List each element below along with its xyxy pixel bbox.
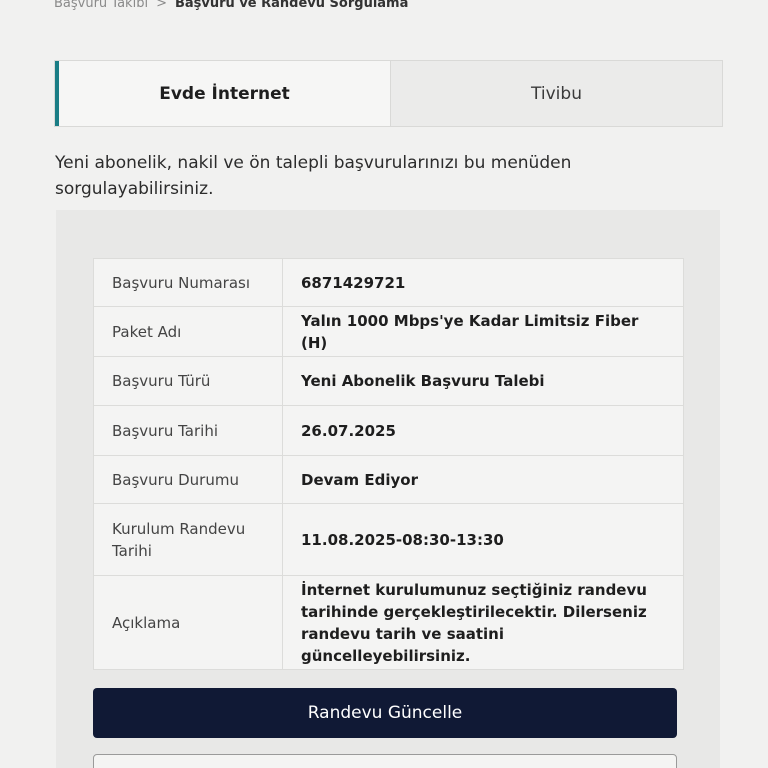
detail-value: Yalın 1000 Mbps'ye Kadar Limitsiz Fiber … [282,306,684,357]
detail-label: Açıklama [93,575,283,670]
detail-value: 26.07.2025 [282,405,684,456]
chevron-right-icon: > [156,0,167,11]
detail-value: İnternet kurulumunuz seçtiğiniz randevu … [282,575,684,670]
service-tabs: Evde İnternet Tivibu [54,60,723,127]
detail-label: Başvuru Tarihi [93,405,283,456]
breadcrumb-link-basvuru-takibi[interactable]: Başvuru Takibi [54,0,148,11]
application-details-table: Başvuru Numarası 6871429721 Paket Adı Ya… [93,258,684,670]
breadcrumb-current: Başvuru ve Randevu Sorgulama [174,0,409,11]
detail-label: Başvuru Türü [93,356,283,406]
table-row: Paket Adı Yalın 1000 Mbps'ye Kadar Limit… [93,306,684,357]
detail-value: Yeni Abonelik Başvuru Talebi [282,356,684,406]
detail-label: Başvuru Durumu [93,455,283,504]
table-row: Başvuru Durumu Devam Ediyor [93,455,684,504]
secondary-button[interactable] [93,754,677,768]
breadcrumb: Başvuru Takibi > Başvuru ve Randevu Sorg… [54,0,408,11]
detail-value: 11.08.2025-08:30-13:30 [282,503,684,576]
table-row: Açıklama İnternet kurulumunuz seçtiğiniz… [93,575,684,670]
detail-value: 6871429721 [282,258,684,307]
detail-label: Paket Adı [93,306,283,357]
tab-evde-internet[interactable]: Evde İnternet [55,61,391,126]
table-row: Başvuru Türü Yeni Abonelik Başvuru Taleb… [93,356,684,406]
update-appointment-button[interactable]: Randevu Güncelle [93,688,677,738]
table-row: Başvuru Numarası 6871429721 [93,258,684,307]
tab-tivibu[interactable]: Tivibu [391,61,722,126]
table-row: Kurulum Randevu Tarihi 11.08.2025-08:30-… [93,503,684,576]
detail-label: Başvuru Numarası [93,258,283,307]
detail-value: Devam Ediyor [282,455,684,504]
detail-label: Kurulum Randevu Tarihi [93,503,283,576]
intro-text: Yeni abonelik, nakil ve ön talepli başvu… [55,153,572,199]
table-row: Başvuru Tarihi 26.07.2025 [93,405,684,456]
